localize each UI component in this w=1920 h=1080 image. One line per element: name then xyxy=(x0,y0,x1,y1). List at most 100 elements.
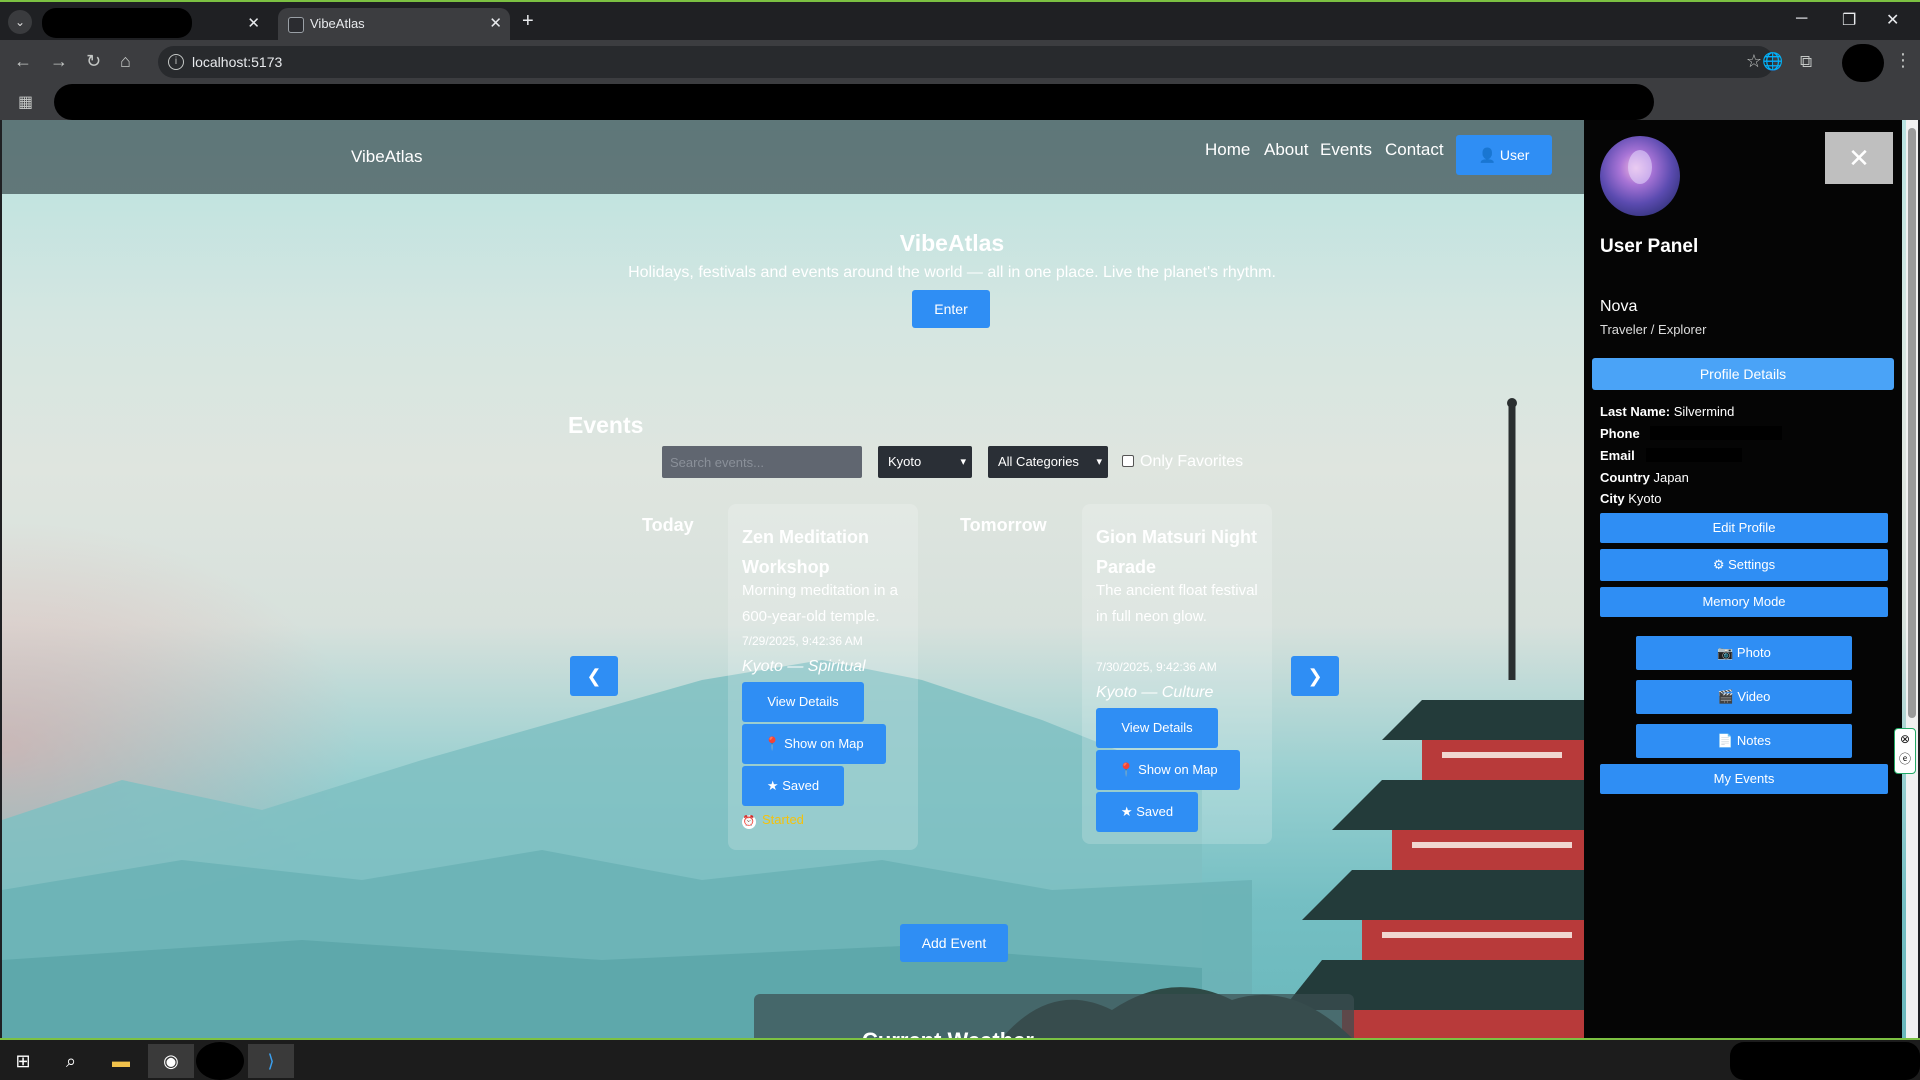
category-select[interactable]: All Categories ▾ xyxy=(988,446,1108,478)
event-status-label: Started xyxy=(762,812,804,827)
carousel-prev-button[interactable]: ❮ xyxy=(570,656,618,696)
favorites-label: Only Favorites xyxy=(1140,453,1244,470)
scrollbar-thumb[interactable] xyxy=(1908,128,1916,718)
home-icon[interactable]: ⌂ xyxy=(120,51,131,72)
url-text[interactable]: localhost:5173 xyxy=(192,54,282,70)
alarm-clock-icon: ⏰ xyxy=(742,815,756,829)
nav-link-about[interactable]: About xyxy=(1264,140,1308,160)
redacted-bookmarks xyxy=(54,84,1654,120)
video-button[interactable]: 🎬 Video xyxy=(1636,680,1852,714)
site-info-icon[interactable]: i xyxy=(168,54,184,70)
field-label: Last Name: xyxy=(1600,404,1671,419)
tab-search-chevron-icon[interactable]: ⌄ xyxy=(8,10,32,34)
floating-widget[interactable]: ⊗ ⓔ xyxy=(1894,728,1916,774)
address-bar[interactable]: i localhost:5173 ☆ xyxy=(158,46,1774,78)
user-role: Traveler / Explorer xyxy=(1600,322,1707,337)
widget-logo-icon[interactable]: ⓔ xyxy=(1899,752,1911,766)
tab-active[interactable]: VibeAtlas ✕ xyxy=(278,8,510,42)
events-heading: Events xyxy=(568,412,644,438)
tab-close-icon[interactable]: ✕ xyxy=(489,14,502,32)
event-title: Zen Meditation Workshop xyxy=(742,527,869,577)
notes-button[interactable]: 📄 Notes xyxy=(1636,724,1852,758)
event-date: 7/29/2025, 9:42:36 AM xyxy=(742,634,863,648)
category-select-value: All Categories xyxy=(998,454,1079,469)
chrome-icon[interactable]: ◉ xyxy=(148,1044,194,1078)
browser-toolbar: ← → ↻ ⌂ i localhost:5173 ☆ 🌐 ⧉ ⋮ xyxy=(0,40,1920,84)
windows-start-icon[interactable]: ⊞ xyxy=(0,1044,46,1078)
field-last-name: Last Name: Silvermind xyxy=(1600,404,1734,419)
bookmark-star-icon[interactable]: ☆ xyxy=(1746,51,1762,72)
only-favorites-toggle[interactable]: Only Favorites xyxy=(1122,453,1243,471)
event-location: Kyoto — Spiritual xyxy=(742,658,866,675)
redacted-tab-title xyxy=(42,8,192,38)
event-card: Gion Matsuri Night Parade The ancient fl… xyxy=(1082,504,1272,844)
saved-button[interactable]: ★ Saved xyxy=(742,766,844,806)
user-button[interactable]: 👤 User xyxy=(1456,135,1552,175)
add-event-button[interactable]: Add Event xyxy=(900,924,1008,962)
enter-button[interactable]: Enter xyxy=(912,290,990,328)
bookmarks-bar: ▦ xyxy=(0,84,1920,120)
site-brand[interactable]: VibeAtlas xyxy=(351,147,423,167)
nav-link-contact[interactable]: Contact xyxy=(1385,140,1444,160)
extensions-puzzle-icon[interactable]: ⧉ xyxy=(1800,52,1812,72)
field-value: Japan xyxy=(1653,470,1689,485)
weather-section: Current Weather xyxy=(754,994,1354,1038)
browser-menu-icon[interactable]: ⋮ xyxy=(1894,50,1912,71)
settings-button[interactable]: ⚙ Settings xyxy=(1600,549,1888,581)
event-description: The ancient float festival in full neon … xyxy=(1096,582,1258,625)
back-arrow-icon[interactable]: ← xyxy=(14,51,32,72)
forward-arrow-icon[interactable]: → xyxy=(50,51,68,72)
view-details-button[interactable]: View Details xyxy=(742,682,864,722)
user-name: Nova xyxy=(1600,298,1638,315)
show-on-map-button[interactable]: 📍 Show on Map xyxy=(742,724,886,764)
page-scrollbar[interactable] xyxy=(1906,120,1918,1038)
window-close-icon[interactable]: ✕ xyxy=(1886,10,1899,30)
edit-profile-button[interactable]: Edit Profile xyxy=(1600,513,1888,543)
events-search-input[interactable] xyxy=(662,446,862,478)
my-events-button[interactable]: My Events xyxy=(1600,764,1888,794)
profile-details-button[interactable]: Profile Details xyxy=(1592,358,1894,390)
weather-section-title: Current Weather xyxy=(862,1028,1034,1038)
field-phone: Phone xyxy=(1600,426,1640,441)
restore-icon[interactable]: ❐ xyxy=(1842,10,1856,30)
carousel-next-button[interactable]: ❯ xyxy=(1291,656,1339,696)
redacted-taskbar-app[interactable] xyxy=(196,1042,244,1080)
tab-inactive[interactable]: ✕ xyxy=(36,8,268,42)
field-label: Country xyxy=(1600,470,1650,485)
event-location: Kyoto — Culture xyxy=(1096,684,1214,701)
redacted-profile-avatar[interactable] xyxy=(1842,44,1884,82)
user-button-label: User xyxy=(1499,147,1530,163)
windows-taskbar: ⊞ ⌕ ▬ ◉ ⟩ xyxy=(0,1038,1920,1080)
city-select[interactable]: Kyoto ▾ xyxy=(878,446,972,478)
browser-tab-bar: ⌄ ✕ VibeAtlas ✕ + ─ ❐ ✕ xyxy=(0,0,1920,42)
panel-heading: User Panel xyxy=(1600,236,1699,257)
site-favicon-icon xyxy=(288,17,304,33)
show-on-map-button[interactable]: 📍 Show on Map xyxy=(1096,750,1240,790)
field-label: City xyxy=(1600,491,1625,506)
day-label-today: Today xyxy=(642,515,694,535)
search-icon[interactable]: ⌕ xyxy=(48,1044,94,1078)
favorites-checkbox[interactable] xyxy=(1122,455,1134,467)
redacted-system-tray xyxy=(1730,1042,1920,1080)
file-explorer-icon[interactable]: ▬ xyxy=(98,1044,144,1078)
widget-close-icon[interactable]: ⊗ xyxy=(1900,732,1910,746)
new-tab-plus-icon[interactable]: + xyxy=(522,10,534,33)
event-date: 7/30/2025, 9:42:36 AM xyxy=(1096,660,1217,674)
nav-link-home[interactable]: Home xyxy=(1205,140,1250,160)
page-viewport: VibeAtlas Home About Events Contact 👤 Us… xyxy=(2,120,1916,1038)
saved-button[interactable]: ★ Saved xyxy=(1096,792,1198,832)
redacted-email xyxy=(1646,448,1742,462)
minimize-icon[interactable]: ─ xyxy=(1796,10,1807,28)
translate-globe-icon[interactable]: 🌐 xyxy=(1762,52,1783,72)
apps-grid-icon[interactable]: ▦ xyxy=(18,92,33,112)
vscode-icon[interactable]: ⟩ xyxy=(248,1044,294,1078)
memory-mode-button[interactable]: Memory Mode xyxy=(1600,587,1888,617)
avatar xyxy=(1600,136,1680,216)
view-details-button[interactable]: View Details xyxy=(1096,708,1218,748)
reload-icon[interactable]: ↻ xyxy=(86,51,101,72)
close-panel-button[interactable]: ✕ xyxy=(1825,132,1893,184)
tab-close-icon[interactable]: ✕ xyxy=(247,14,260,32)
photo-button[interactable]: 📷 Photo xyxy=(1636,636,1852,670)
site-navbar: VibeAtlas Home About Events Contact 👤 Us… xyxy=(2,120,1584,194)
nav-link-events[interactable]: Events xyxy=(1320,140,1372,160)
